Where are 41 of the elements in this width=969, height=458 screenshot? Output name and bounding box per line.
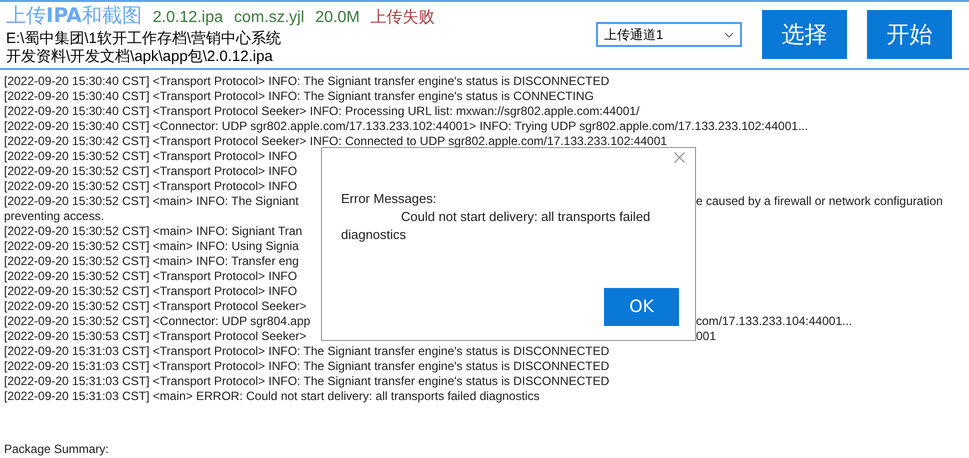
log-line: [2022-09-20 15:30:40 CST] <Transport Protocol Seeker> INFO: Processing URL list: mxwan://sgr802.apple.com:44001/ bbox=[4, 104, 640, 119]
log-line: [2022-09-20 15:30:52 CST] <main> INFO: Transfer eng bbox=[4, 254, 299, 269]
log-line: [2022-09-20 15:30:52 CST] <Transport Protocol> INFO bbox=[4, 149, 298, 164]
log-line: [2022-09-20 15:30:40 CST] <Transport Protocol> INFO: The Signiant transfer engine's status is CONNECTING bbox=[4, 89, 594, 104]
log-line: [2022-09-20 15:30:52 CST] <Transport Protocol> INFO bbox=[4, 269, 298, 284]
log-line: [2022-09-20 15:30:40 CST] <Transport Protocol> INFO: The Signiant transfer engine's status is DISCONNECTED bbox=[4, 74, 610, 89]
log-line: [2022-09-20 15:30:53 CST] <Transport Protocol Seeker> bbox=[4, 329, 308, 344]
log-line: [2022-09-20 15:31:03 CST] <Transport Protocol> INFO: The Signiant transfer engine's status is DISCONNECTED bbox=[4, 359, 610, 374]
log-line: [2022-09-20 15:30:52 CST] <main> INFO: The Signiant bbox=[4, 194, 300, 209]
log-line: [2022-09-20 15:30:52 CST] <main> INFO: Using Signia bbox=[4, 239, 299, 254]
log-line: [2022-09-20 15:30:52 CST] <Transport Protocol Seeker> bbox=[4, 299, 306, 314]
bundle-id: com.sz.yjl bbox=[234, 9, 304, 27]
log-line-fragment: e caused by a firewall or network configuration bbox=[696, 194, 943, 209]
log-line: [2022-09-20 15:30:52 CST] <main> INFO: Signiant Tran bbox=[4, 224, 302, 239]
dialog-heading: Error Messages: bbox=[341, 191, 436, 206]
ok-button[interactable]: OK bbox=[604, 288, 679, 326]
close-icon[interactable] bbox=[674, 152, 685, 163]
log-line: [2022-09-20 15:30:52 CST] <Connector: UDP sgr804.app bbox=[4, 314, 312, 329]
log-line: [2022-09-20 15:30:52 CST] <Transport Protocol> INFO bbox=[4, 179, 298, 194]
select-button[interactable]: 选择 bbox=[762, 10, 847, 59]
log-line: [2022-09-20 15:30:40 CST] <Connector: UDP sgr802.apple.com/17.133.233.102:44001> INFO: Trying UDP sgr802.apple.com/17.133.233.102:44001... bbox=[4, 119, 808, 134]
log-line: [2022-09-20 15:31:03 CST] <Transport Protocol> INFO: The Signiant transfer engine's status is DISCONNECTED bbox=[4, 344, 610, 359]
log-line: [2022-09-20 15:30:42 CST] <Transport Protocol Seeker> INFO: Connected to UDP sgr802.apple.com/17.133.233.102:44001 bbox=[4, 134, 668, 149]
start-button[interactable]: 开始 bbox=[867, 10, 952, 59]
file-path: 开发资料\开发文档\apk\app包\2.0.12.ipa bbox=[6, 48, 274, 66]
file-path: E:\蜀中集团\1软开工作存档\营销中心系统 bbox=[6, 30, 282, 48]
log-line: preventing access. bbox=[4, 209, 104, 224]
log-line-fragment: com/17.133.233.104:44001... bbox=[696, 314, 852, 329]
log-line: [2022-09-20 15:31:03 CST] <main> ERROR: Could not start delivery: all transports failed diagnostics bbox=[4, 389, 540, 404]
upload-status: 上传失败 bbox=[370, 8, 435, 28]
dialog-message: Could not start delivery: all transports failed diagnostics bbox=[341, 208, 652, 244]
log-line: [2022-09-20 15:30:52 CST] <Transport Protocol> INFO bbox=[4, 164, 298, 179]
package-summary: Package Summary: bbox=[4, 442, 110, 457]
log-line: [2022-09-20 15:31:03 CST] <Transport Protocol> INFO: The Signiant transfer engine's status is DISCONNECTED bbox=[4, 374, 610, 389]
log-line: [2022-09-20 15:30:52 CST] <Transport Protocol> INFO bbox=[4, 284, 298, 299]
file-name: 2.0.12.ipa bbox=[152, 9, 224, 27]
channel-dropdown[interactable]: 上传通道1 bbox=[596, 22, 742, 47]
log-line-fragment: 001 bbox=[696, 329, 716, 344]
caret-icon bbox=[724, 32, 734, 38]
file-size: 20.0M bbox=[315, 9, 360, 27]
app-title: 上传IPA和截图 bbox=[6, 2, 142, 29]
